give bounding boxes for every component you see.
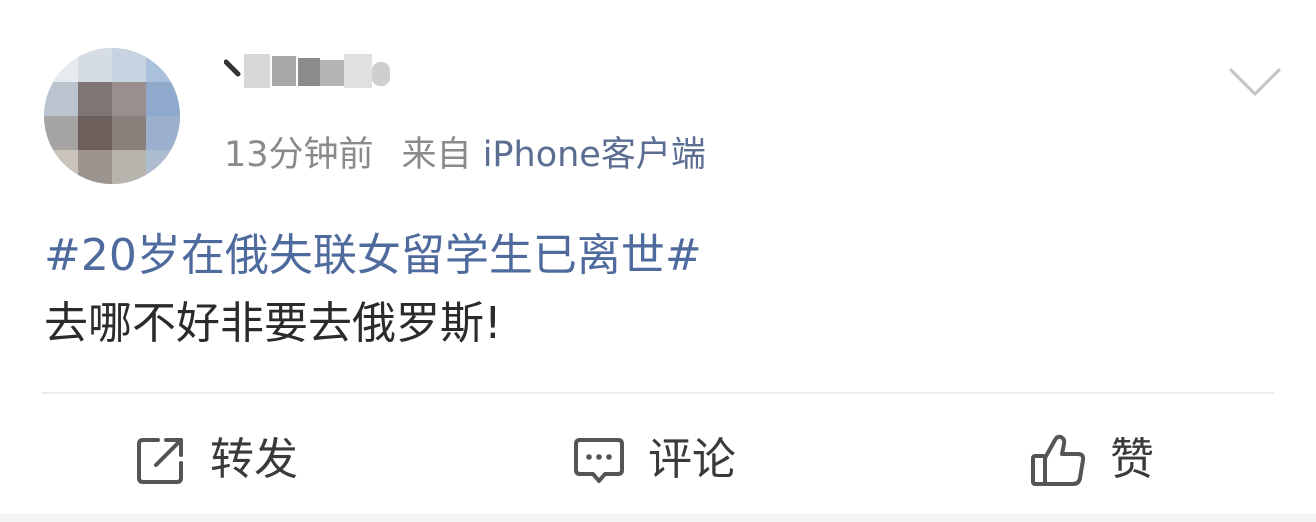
post-meta: 13分钟前 来自 iPhone客户端 — [224, 133, 706, 177]
username[interactable]: \ (pixelated) — [224, 44, 396, 100]
comment-label: 评论 — [648, 434, 736, 485]
avatar-pixelated-image — [44, 48, 180, 184]
share-square-icon — [137, 438, 183, 484]
like-label: 赞 — [1110, 434, 1154, 485]
divider — [42, 392, 1274, 394]
comment-bubble-icon — [574, 438, 624, 483]
thumbs-up-icon — [1031, 434, 1086, 486]
repost-button[interactable]: 转发 — [134, 420, 298, 500]
repost-label: 转发 — [210, 434, 298, 485]
post-time: 13分钟前 — [224, 135, 374, 175]
like-button[interactable]: 赞 — [1030, 420, 1154, 500]
avatar[interactable] — [44, 48, 180, 184]
topic-hashtag-link[interactable]: #20岁在俄失联女留学生已离世# — [44, 224, 702, 288]
post-text: 去哪不好非要去俄罗斯! — [44, 298, 502, 349]
source-link[interactable]: iPhone客户端 — [483, 135, 706, 175]
chevron-down-icon — [1229, 68, 1281, 96]
more-options-button[interactable] — [1228, 66, 1282, 100]
post-content: #20岁在俄失联女留学生已离世# 去哪不好非要去俄罗斯! — [44, 224, 702, 356]
username-pixelated-image — [224, 54, 390, 88]
source-prefix: 来自 — [401, 135, 472, 175]
comment-button[interactable]: 评论 — [572, 420, 736, 500]
card-separator — [0, 514, 1316, 522]
action-bar: 转发 评论 赞 — [0, 420, 1316, 500]
